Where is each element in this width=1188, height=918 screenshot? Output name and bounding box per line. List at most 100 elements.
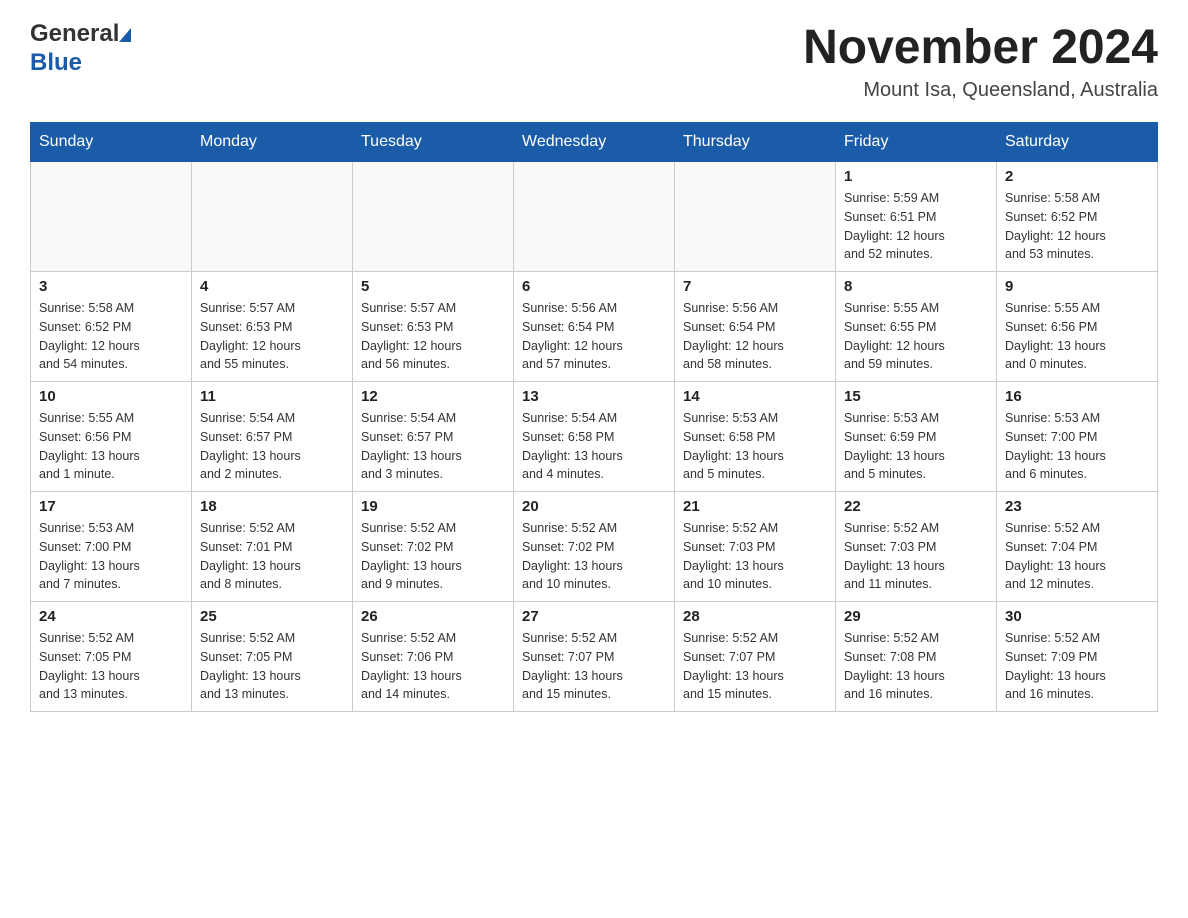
day-info: Sunrise: 5:54 AM Sunset: 6:57 PM Dayligh…: [361, 409, 505, 484]
page-subtitle: Mount Isa, Queensland, Australia: [803, 79, 1158, 102]
day-info: Sunrise: 5:52 AM Sunset: 7:07 PM Dayligh…: [522, 629, 666, 704]
calendar-day-header: Monday: [192, 123, 353, 162]
day-info: Sunrise: 5:58 AM Sunset: 6:52 PM Dayligh…: [39, 299, 183, 374]
calendar-day-cell: 25 Sunrise: 5:52 AM Sunset: 7:05 PM Dayli…: [192, 602, 353, 712]
day-number: 27: [522, 608, 666, 625]
calendar-week-row: 1Sunrise: 5:59 AM Sunset: 6:51 PM Daylig…: [31, 162, 1158, 272]
calendar-day-cell: [192, 162, 353, 272]
calendar-day-cell: 28 Sunrise: 5:52 AM Sunset: 7:07 PM Dayli…: [675, 602, 836, 712]
day-number: 3: [39, 278, 183, 295]
day-info: Sunrise: 5:52 AM Sunset: 7:02 PM Dayligh…: [522, 519, 666, 594]
calendar-day-cell: 17Sunrise: 5:53 AM Sunset: 7:00 PM Dayli…: [31, 492, 192, 602]
day-info: Sunrise: 5:57 AM Sunset: 6:53 PM Dayligh…: [361, 299, 505, 374]
calendar-day-cell: 16Sunrise: 5:53 AM Sunset: 7:00 PM Dayli…: [997, 382, 1158, 492]
day-info: Sunrise: 5:52 AM Sunset: 7:08 PM Dayligh…: [844, 629, 988, 704]
day-number: 30: [1005, 608, 1149, 625]
day-info: Sunrise: 5:52 AM Sunset: 7:06 PM Dayligh…: [361, 629, 505, 704]
day-number: 21: [683, 498, 827, 515]
day-info: Sunrise: 5:55 AM Sunset: 6:55 PM Dayligh…: [844, 299, 988, 374]
calendar-day-cell: 21 Sunrise: 5:52 AM Sunset: 7:03 PM Dayli…: [675, 492, 836, 602]
day-number: 10: [39, 388, 183, 405]
logo-blue-text: Blue: [30, 49, 82, 76]
calendar-day-cell: 15 Sunrise: 5:53 AM Sunset: 6:59 PM Dayli…: [836, 382, 997, 492]
day-number: 29: [844, 608, 988, 625]
calendar-header: SundayMondayTuesdayWednesdayThursdayFrid…: [31, 123, 1158, 162]
day-number: 23: [1005, 498, 1149, 515]
day-info: Sunrise: 5:52 AM Sunset: 7:01 PM Dayligh…: [200, 519, 344, 594]
calendar-day-cell: 6 Sunrise: 5:56 AM Sunset: 6:54 PM Daylig…: [514, 272, 675, 382]
calendar-day-cell: 19 Sunrise: 5:52 AM Sunset: 7:02 PM Dayli…: [353, 492, 514, 602]
calendar-day-cell: 10Sunrise: 5:55 AM Sunset: 6:56 PM Dayli…: [31, 382, 192, 492]
calendar-day-cell: 23Sunrise: 5:52 AM Sunset: 7:04 PM Dayli…: [997, 492, 1158, 602]
calendar-week-row: 10Sunrise: 5:55 AM Sunset: 6:56 PM Dayli…: [31, 382, 1158, 492]
day-info: Sunrise: 5:52 AM Sunset: 7:05 PM Dayligh…: [200, 629, 344, 704]
day-info: Sunrise: 5:54 AM Sunset: 6:58 PM Dayligh…: [522, 409, 666, 484]
day-number: 22: [844, 498, 988, 515]
day-number: 5: [361, 278, 505, 295]
day-number: 24: [39, 608, 183, 625]
day-info: Sunrise: 5:56 AM Sunset: 6:54 PM Dayligh…: [683, 299, 827, 374]
day-number: 20: [522, 498, 666, 515]
day-number: 8: [844, 278, 988, 295]
day-number: 25: [200, 608, 344, 625]
day-number: 18: [200, 498, 344, 515]
logo-triangle-icon: [119, 28, 131, 42]
calendar-day-header: Wednesday: [514, 123, 675, 162]
calendar-day-cell: 26 Sunrise: 5:52 AM Sunset: 7:06 PM Dayli…: [353, 602, 514, 712]
day-number: 12: [361, 388, 505, 405]
calendar-day-cell: 18 Sunrise: 5:52 AM Sunset: 7:01 PM Dayli…: [192, 492, 353, 602]
day-info: Sunrise: 5:52 AM Sunset: 7:07 PM Dayligh…: [683, 629, 827, 704]
day-number: 13: [522, 388, 666, 405]
calendar-day-cell: 29 Sunrise: 5:52 AM Sunset: 7:08 PM Dayli…: [836, 602, 997, 712]
title-block: November 2024 Mount Isa, Queensland, Aus…: [803, 20, 1158, 102]
day-number: 14: [683, 388, 827, 405]
day-info: Sunrise: 5:54 AM Sunset: 6:57 PM Dayligh…: [200, 409, 344, 484]
calendar-day-cell: 5 Sunrise: 5:57 AM Sunset: 6:53 PM Daylig…: [353, 272, 514, 382]
calendar-day-cell: 14 Sunrise: 5:53 AM Sunset: 6:58 PM Dayli…: [675, 382, 836, 492]
calendar-day-cell: 12 Sunrise: 5:54 AM Sunset: 6:57 PM Dayli…: [353, 382, 514, 492]
calendar-day-cell: 4 Sunrise: 5:57 AM Sunset: 6:53 PM Daylig…: [192, 272, 353, 382]
day-number: 11: [200, 388, 344, 405]
calendar-week-row: 3 Sunrise: 5:58 AM Sunset: 6:52 PM Daylig…: [31, 272, 1158, 382]
calendar-day-cell: [353, 162, 514, 272]
calendar-week-row: 17Sunrise: 5:53 AM Sunset: 7:00 PM Dayli…: [31, 492, 1158, 602]
calendar-table: SundayMondayTuesdayWednesdayThursdayFrid…: [30, 122, 1158, 712]
day-info: Sunrise: 5:52 AM Sunset: 7:02 PM Dayligh…: [361, 519, 505, 594]
day-info: Sunrise: 5:52 AM Sunset: 7:09 PM Dayligh…: [1005, 629, 1149, 704]
calendar-day-cell: 24 Sunrise: 5:52 AM Sunset: 7:05 PM Dayli…: [31, 602, 192, 712]
calendar-day-cell: [514, 162, 675, 272]
page-title: November 2024: [803, 20, 1158, 75]
day-number: 26: [361, 608, 505, 625]
calendar-week-row: 24 Sunrise: 5:52 AM Sunset: 7:05 PM Dayli…: [31, 602, 1158, 712]
day-info: Sunrise: 5:55 AM Sunset: 6:56 PM Dayligh…: [1005, 299, 1149, 374]
day-info: Sunrise: 5:53 AM Sunset: 6:59 PM Dayligh…: [844, 409, 988, 484]
day-info: Sunrise: 5:53 AM Sunset: 7:00 PM Dayligh…: [1005, 409, 1149, 484]
day-info: Sunrise: 5:57 AM Sunset: 6:53 PM Dayligh…: [200, 299, 344, 374]
day-info: Sunrise: 5:52 AM Sunset: 7:03 PM Dayligh…: [683, 519, 827, 594]
day-number: 4: [200, 278, 344, 295]
day-info: Sunrise: 5:52 AM Sunset: 7:05 PM Dayligh…: [39, 629, 183, 704]
calendar-day-cell: 9 Sunrise: 5:55 AM Sunset: 6:56 PM Daylig…: [997, 272, 1158, 382]
day-info: Sunrise: 5:58 AM Sunset: 6:52 PM Dayligh…: [1005, 189, 1149, 264]
calendar-day-cell: 22 Sunrise: 5:52 AM Sunset: 7:03 PM Dayli…: [836, 492, 997, 602]
calendar-day-cell: [31, 162, 192, 272]
day-number: 9: [1005, 278, 1149, 295]
day-number: 19: [361, 498, 505, 515]
day-info: Sunrise: 5:53 AM Sunset: 6:58 PM Dayligh…: [683, 409, 827, 484]
day-number: 15: [844, 388, 988, 405]
calendar-day-cell: 27 Sunrise: 5:52 AM Sunset: 7:07 PM Dayli…: [514, 602, 675, 712]
calendar-day-cell: 7Sunrise: 5:56 AM Sunset: 6:54 PM Daylig…: [675, 272, 836, 382]
calendar-day-header: Saturday: [997, 123, 1158, 162]
calendar-day-cell: 3 Sunrise: 5:58 AM Sunset: 6:52 PM Daylig…: [31, 272, 192, 382]
calendar-header-row: SundayMondayTuesdayWednesdayThursdayFrid…: [31, 123, 1158, 162]
day-number: 17: [39, 498, 183, 515]
logo-general-text: General: [30, 20, 119, 49]
day-info: Sunrise: 5:52 AM Sunset: 7:03 PM Dayligh…: [844, 519, 988, 594]
page-header: General Blue November 2024 Mount Isa, Qu…: [30, 20, 1158, 102]
calendar-day-cell: 8 Sunrise: 5:55 AM Sunset: 6:55 PM Daylig…: [836, 272, 997, 382]
day-number: 28: [683, 608, 827, 625]
day-number: 6: [522, 278, 666, 295]
day-info: Sunrise: 5:56 AM Sunset: 6:54 PM Dayligh…: [522, 299, 666, 374]
day-number: 2: [1005, 168, 1149, 185]
calendar-day-cell: 1Sunrise: 5:59 AM Sunset: 6:51 PM Daylig…: [836, 162, 997, 272]
